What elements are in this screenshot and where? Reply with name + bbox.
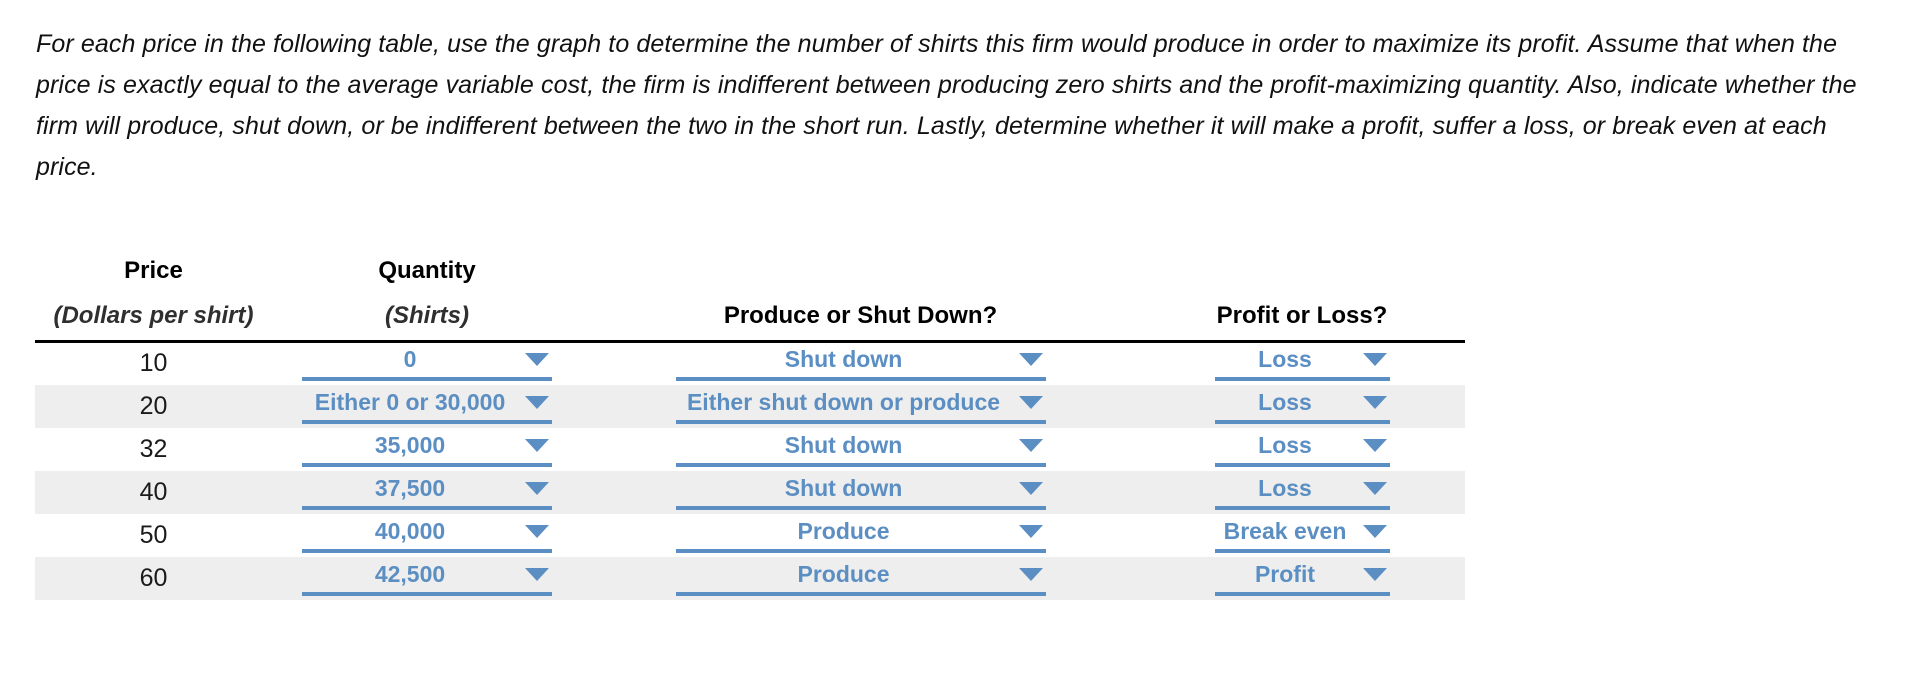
decision-cell: Produce (582, 514, 1139, 557)
chevron-down-icon[interactable] (524, 480, 550, 496)
produce-or-shutdown-dropdown[interactable]: Produce (675, 517, 1046, 553)
outcome-cell: Loss (1139, 385, 1465, 428)
decision-cell: Shut down (582, 342, 1139, 385)
price-value: 32 (139, 434, 168, 463)
table-row: 40 37,500 Shut down Loss (35, 470, 1465, 514)
chevron-down-icon[interactable] (1362, 437, 1388, 453)
quantity-dropdown[interactable]: 42,500 (302, 561, 552, 596)
table-header-row-primary: Price Quantity (35, 252, 1465, 296)
decision-cell: Either shut down or produce (582, 385, 1139, 428)
produce-or-shutdown-dropdown-label: Shut down (784, 346, 903, 373)
chevron-down-icon[interactable] (524, 566, 550, 582)
outcome-cell: Loss (1139, 342, 1465, 385)
produce-or-shutdown-dropdown-label: Either shut down or produce (686, 388, 1001, 415)
outcome-cell: Profit (1139, 557, 1465, 600)
quantity-dropdown[interactable]: 0 (302, 346, 552, 382)
table-body: 10 0 Shut down Loss 20 Either 0 or 30,00… (35, 342, 1465, 600)
chevron-down-icon[interactable] (1362, 394, 1388, 410)
chevron-down-icon[interactable] (1018, 523, 1044, 539)
quantity-cell: 37,500 (272, 471, 582, 514)
profit-or-loss-dropdown-label: Loss (1258, 431, 1312, 458)
table-row: 10 0 Shut down Loss (35, 342, 1465, 385)
answer-table-container: Price Quantity (Dollars per shirt) (Shir… (35, 252, 1465, 600)
produce-or-shutdown-dropdown[interactable]: Shut down (675, 431, 1046, 467)
outcome-cell: Break even (1139, 514, 1465, 557)
price-value: 50 (139, 520, 168, 549)
decision-cell: Shut down (582, 428, 1139, 471)
quantity-cell: 35,000 (272, 428, 582, 471)
quantity-dropdown[interactable]: 35,000 (302, 432, 552, 467)
quantity-dropdown-label: 42,500 (374, 560, 446, 587)
answer-table: Price Quantity (Dollars per shirt) (Shir… (35, 252, 1465, 600)
produce-or-shutdown-dropdown-label: Produce (797, 560, 890, 587)
outcome-cell: Loss (1139, 471, 1465, 514)
chevron-down-icon[interactable] (1018, 394, 1044, 410)
table-row: 32 35,000 Shut down Loss (35, 428, 1465, 471)
profit-or-loss-dropdown-label: Break even (1223, 517, 1347, 544)
price-value: 20 (139, 391, 168, 420)
profit-or-loss-dropdown-label: Loss (1258, 388, 1312, 415)
chevron-down-icon[interactable] (1362, 480, 1388, 496)
produce-or-shutdown-dropdown[interactable]: Shut down (675, 346, 1046, 382)
chevron-down-icon[interactable] (1018, 351, 1044, 367)
quantity-dropdown-label: 37,500 (374, 474, 446, 501)
column-header-outcome-spacer (1139, 252, 1465, 296)
profit-or-loss-dropdown[interactable]: Profit (1214, 560, 1390, 596)
table-row: 20 Either 0 or 30,000 Either shut down o… (35, 384, 1465, 428)
column-header-decision-spacer (582, 252, 1139, 296)
quantity-dropdown[interactable]: 37,500 (302, 475, 552, 510)
table-header-row-secondary: (Dollars per shirt) (Shirts) Produce or … (35, 296, 1465, 343)
quantity-cell: Either 0 or 30,000 (272, 385, 582, 428)
column-subheader-price-units: (Dollars per shirt) (35, 296, 272, 343)
decision-cell: Produce (582, 557, 1139, 600)
chevron-down-icon[interactable] (1362, 566, 1388, 582)
profit-or-loss-dropdown[interactable]: Loss (1214, 388, 1390, 424)
quantity-dropdown-label: Either 0 or 30,000 (314, 388, 506, 415)
column-header-produce-or-shut-down: Produce or Shut Down? (582, 296, 1139, 343)
quantity-dropdown-label: 40,000 (374, 517, 446, 544)
quantity-cell: 0 (272, 342, 582, 385)
chevron-down-icon[interactable] (524, 394, 550, 410)
column-header-price: Price (124, 257, 183, 284)
chevron-down-icon[interactable] (1362, 351, 1388, 367)
profit-or-loss-dropdown-label: Loss (1258, 474, 1312, 501)
profit-or-loss-dropdown-label: Loss (1258, 346, 1312, 373)
chevron-down-icon[interactable] (1018, 437, 1044, 453)
column-subheader-quantity-units: (Shirts) (272, 296, 582, 343)
decision-cell: Shut down (582, 471, 1139, 514)
produce-or-shutdown-dropdown-label: Produce (797, 517, 890, 544)
question-prompt: For each price in the following table, u… (36, 30, 1857, 181)
profit-or-loss-dropdown[interactable]: Loss (1214, 474, 1390, 510)
profit-or-loss-dropdown[interactable]: Loss (1214, 431, 1390, 467)
outcome-cell: Loss (1139, 428, 1465, 471)
table-row: 50 40,000 Produce Break even (35, 514, 1465, 557)
quantity-cell: 40,000 (272, 514, 582, 557)
quantity-dropdown[interactable]: 40,000 (302, 518, 552, 553)
profit-or-loss-dropdown-label: Profit (1254, 560, 1316, 587)
chevron-down-icon[interactable] (524, 523, 550, 539)
chevron-down-icon[interactable] (1018, 480, 1044, 496)
price-value: 60 (139, 563, 168, 592)
produce-or-shutdown-dropdown[interactable]: Either shut down or produce (675, 388, 1046, 424)
chevron-down-icon[interactable] (524, 351, 550, 367)
produce-or-shutdown-dropdown[interactable]: Shut down (675, 474, 1046, 510)
produce-or-shutdown-dropdown-label: Shut down (784, 431, 903, 458)
quantity-cell: 42,500 (272, 557, 582, 600)
table-row: 60 42,500 Produce Profit (35, 556, 1465, 600)
profit-or-loss-dropdown[interactable]: Loss (1214, 346, 1390, 382)
produce-or-shutdown-dropdown-label: Shut down (784, 474, 903, 501)
column-header-profit-or-loss: Profit or Loss? (1139, 296, 1465, 343)
quantity-dropdown[interactable]: Either 0 or 30,000 (302, 389, 552, 424)
quantity-dropdown-label: 35,000 (374, 431, 446, 458)
produce-or-shutdown-dropdown[interactable]: Produce (675, 560, 1046, 596)
price-value: 40 (139, 477, 168, 506)
profit-or-loss-dropdown[interactable]: Break even (1214, 517, 1390, 553)
table-head: Price Quantity (Dollars per shirt) (Shir… (35, 252, 1465, 343)
price-value: 10 (139, 349, 168, 378)
chevron-down-icon[interactable] (524, 437, 550, 453)
column-header-quantity: Quantity (378, 257, 476, 284)
chevron-down-icon[interactable] (1362, 523, 1388, 539)
quantity-dropdown-label: 0 (403, 346, 417, 373)
chevron-down-icon[interactable] (1018, 566, 1044, 582)
